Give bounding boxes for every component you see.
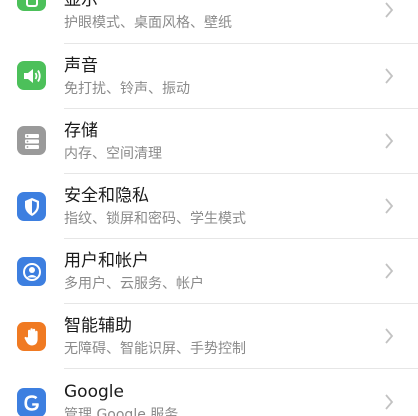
shield-icon <box>17 192 46 221</box>
settings-item-smart-assistance[interactable]: 智能辅助 无障碍、智能识屏、手势控制 <box>0 304 418 369</box>
chevron-right-icon <box>385 133 394 149</box>
speaker-icon <box>17 61 46 90</box>
storage-icon <box>17 126 46 155</box>
settings-item-sound[interactable]: 声音 免打扰、铃声、振动 <box>0 44 418 109</box>
user-account-icon <box>17 257 46 286</box>
settings-item-users-accounts[interactable]: 用户和帐户 多用户、云服务、帐户 <box>0 239 418 304</box>
chevron-right-icon <box>385 68 394 84</box>
settings-item-subtitle: 多用户、云服务、帐户 <box>64 276 204 292</box>
settings-list: 显示 护眼模式、桌面风格、壁纸 声音 免打扰、铃声、振动 存储 内存、空间清理 … <box>0 0 418 416</box>
settings-item-subtitle: 无障碍、智能识屏、手势控制 <box>64 341 246 357</box>
settings-item-security[interactable]: 安全和隐私 指纹、锁屏和密码、学生模式 <box>0 174 418 239</box>
settings-item-google[interactable]: Google 管理 Google 服务 <box>0 369 418 416</box>
settings-item-title: Google <box>64 382 124 402</box>
settings-item-subtitle: 内存、空间清理 <box>64 146 162 162</box>
chevron-right-icon <box>385 394 394 410</box>
settings-item-subtitle: 指纹、锁屏和密码、学生模式 <box>64 211 246 227</box>
settings-item-storage[interactable]: 存储 内存、空间清理 <box>0 109 418 174</box>
settings-item-title: 用户和帐户 <box>64 251 149 271</box>
settings-item-title: 声音 <box>64 56 98 76</box>
settings-item-title: 智能辅助 <box>64 316 132 336</box>
settings-item-subtitle: 管理 Google 服务 <box>64 407 179 416</box>
settings-item-display[interactable]: 显示 护眼模式、桌面风格、壁纸 <box>0 0 418 44</box>
chevron-right-icon <box>385 198 394 214</box>
settings-item-subtitle: 免打扰、铃声、振动 <box>64 81 190 97</box>
google-icon <box>17 388 46 416</box>
settings-item-title: 显示 <box>64 0 98 10</box>
settings-item-title: 存储 <box>64 121 98 141</box>
display-phone-icon <box>17 0 46 11</box>
hand-icon <box>17 322 46 351</box>
settings-item-title: 安全和隐私 <box>64 186 149 206</box>
chevron-right-icon <box>385 328 394 344</box>
chevron-right-icon <box>385 263 394 279</box>
chevron-right-icon <box>385 2 394 18</box>
settings-item-subtitle: 护眼模式、桌面风格、壁纸 <box>64 15 232 31</box>
